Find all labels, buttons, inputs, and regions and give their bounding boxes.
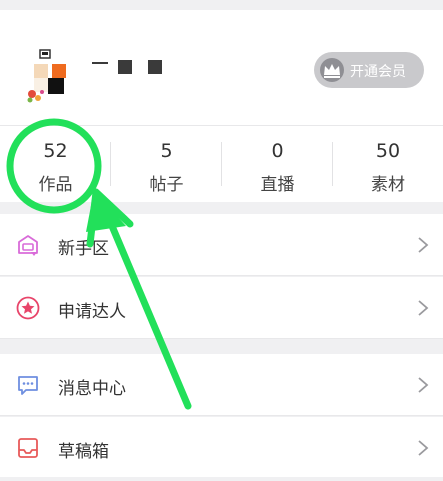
top-gap [0,0,443,10]
stat-value: 50 [375,140,401,162]
stat-posts[interactable]: 5 帖子 [111,126,222,202]
stats-bar: 52 作品 5 帖子 0 直播 50 素材 [0,126,443,202]
stat-label: 作品 [38,175,73,195]
message-bubble-icon [18,376,38,395]
stat-works[interactable]: 52 作品 [0,126,111,202]
stat-value: 52 [43,140,68,162]
chevron-right-icon [418,440,429,456]
menu-label: 消息中心 [58,379,126,399]
stat-label: 素材 [371,175,405,195]
bottom-gap [0,477,443,481]
star-badge-icon [16,296,40,320]
avatar[interactable] [24,44,76,104]
menu-item-newbie-zone[interactable]: 新手区 [0,214,443,276]
vip-button-label: 开通会员 [350,64,406,80]
menu-item-drafts[interactable]: 草稿箱 [0,417,443,479]
section-gap [0,202,443,214]
chevron-right-icon [418,237,429,253]
section-gap [0,340,443,354]
stat-label: 帖子 [149,175,184,195]
crown-icon [320,58,344,82]
menu-item-message-center[interactable]: 消息中心 [0,354,443,416]
newbie-zone-icon [18,235,38,256]
menu-label: 草稿箱 [58,442,109,462]
profile-header: 开通会员 [0,10,443,126]
menu-label: 新手区 [58,239,109,259]
chevron-right-icon [418,377,429,393]
chevron-right-icon [418,300,429,316]
drafts-tray-icon [18,438,38,458]
stat-live[interactable]: 0 直播 [222,126,333,202]
vip-membership-button[interactable]: 开通会员 [314,52,424,88]
stat-value: 0 [271,140,284,162]
stat-materials[interactable]: 50 素材 [333,126,443,202]
stat-label: 直播 [260,175,295,195]
menu-label: 申请达人 [58,302,126,322]
stat-value: 5 [160,140,173,162]
menu-item-apply-expert[interactable]: 申请达人 [0,277,443,339]
